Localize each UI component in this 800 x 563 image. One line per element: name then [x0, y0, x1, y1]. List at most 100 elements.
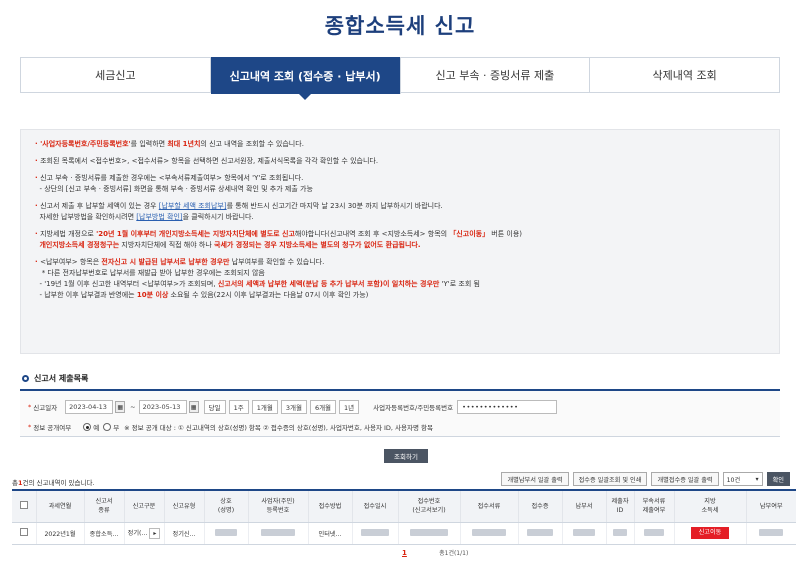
cell-type: 정기(... ▸	[123, 522, 164, 545]
cell-paid-masked	[745, 522, 796, 545]
disclose-yes-label: 예	[93, 424, 100, 432]
table-header: 접수증	[517, 489, 562, 523]
period-1week-button[interactable]: 1주	[228, 400, 249, 414]
period-1month-button[interactable]: 1개월	[251, 400, 278, 414]
confirm-button[interactable]: 확인	[766, 472, 790, 486]
notice-line: · 조회된 목록에서 <접수번호>, <접수서류> 항목을 선택하면 신고서원장…	[35, 157, 379, 165]
cell-payment-slip-masked[interactable]	[561, 522, 606, 545]
masked-value	[472, 529, 506, 537]
cell-period: 2022년1월	[35, 522, 84, 545]
notice-line: · 신고서 제출 후 납부할 세액이 있는 경우 [납부할 세액 조회납부]를 …	[35, 202, 443, 210]
tab-attachment-submit[interactable]: 신고 부속 · 증빙서류 제출	[401, 58, 591, 92]
cell-name-masked	[203, 522, 248, 545]
result-count: 총1건의 신고내역이 있습니다.	[12, 479, 95, 487]
cell-attachment-masked	[633, 522, 674, 545]
receipt-print-button[interactable]: 접수증 일괄조회 및 인쇄	[572, 472, 648, 486]
expand-button[interactable]: ▸	[149, 527, 161, 539]
table-row: 2022년1월 종합소득... 정기(... ▸ 정기신... 인터넷... 신…	[12, 522, 796, 545]
disclose-yes-radio[interactable]	[83, 423, 92, 431]
page-size-select[interactable]: 10건 ▾	[722, 472, 763, 486]
calendar-icon[interactable]: ▦	[188, 401, 199, 413]
pagination: 1 총1건(1/1)	[402, 548, 468, 557]
table-header: 접수일시	[351, 489, 398, 523]
section-title: 신고서 제출목록	[22, 373, 88, 384]
chevron-down-icon: ▾	[755, 475, 759, 483]
masked-value	[527, 529, 553, 537]
table-header: 접수서류	[459, 489, 518, 523]
notice-line: 개인지방소득세 경정청구는 지방자치단체에 직접 해야 하나 국세가 경정되는 …	[39, 241, 421, 249]
row-checkbox[interactable]	[19, 528, 28, 536]
date-label: 신고일자	[33, 404, 58, 412]
masked-value	[261, 529, 295, 537]
pay-tax-link[interactable]: [납부할 세액 조회납부]	[159, 202, 227, 210]
period-3month-button[interactable]: 3개월	[280, 400, 307, 414]
page-info: 총1건(1/1)	[439, 550, 469, 557]
cell-date-masked	[351, 522, 398, 545]
required-icon: *	[28, 423, 32, 431]
masked-value	[410, 529, 448, 537]
notice-box: · '사업자등록번호/주민등록번호'를 입력하면 최대 1년치의 신고 내역을 …	[20, 129, 780, 354]
masked-value	[215, 529, 237, 537]
table-header: 과세연월	[35, 489, 84, 523]
tab-filing-history[interactable]: 신고내역 조회 (접수증 · 납부서)	[210, 57, 401, 100]
cell-id-masked	[247, 522, 308, 545]
notice-line: 자세한 납부방법을 확인하시려면 [납부방법 확인]을 클릭하시기 바랍니다.	[39, 213, 254, 221]
period-today-button[interactable]: 당일	[203, 400, 226, 414]
table-header: 접수방법	[307, 489, 352, 523]
notice-line: · <납부여부> 항목은 전자신고 시 발급된 납부서로 납부한 경우만 납부여…	[35, 258, 325, 266]
id-number-input[interactable]: •••••••••••••	[457, 400, 558, 414]
table-header: 지방 소득세	[673, 489, 746, 523]
date-from-input[interactable]: 2023-04-13	[65, 400, 114, 414]
result-toolbar: 개별납부서 일괄 출력 접수증 일괄조회 및 인쇄 개별접수증 일괄 출력 10…	[497, 472, 790, 486]
period-6month-button[interactable]: 6개월	[309, 400, 337, 414]
table-header: 사업자(주민) 등록번호	[247, 489, 308, 523]
bullet-icon	[22, 375, 29, 382]
cell-method: 인터넷...	[307, 522, 352, 545]
pay-method-link[interactable]: [납부방법 확인]	[136, 213, 182, 221]
table-header: 상호 (성명)	[203, 489, 248, 523]
notice-line: - 납부한 이후 납부결과 반영에는 10분 이상 소요될 수 있음(22시 이…	[39, 291, 369, 299]
notice-line: · 지방세법 개정으로 '20년 1월 이후부터 개인지방소득세는 지방자치단체…	[35, 230, 523, 238]
select-all-header	[12, 489, 36, 523]
cell-receipt-no-masked[interactable]	[397, 522, 460, 545]
disclose-no-radio[interactable]	[103, 423, 112, 431]
cell-kind: 종합소득...	[83, 522, 124, 545]
table-header: 제출자 ID	[605, 489, 634, 523]
notice-line: * 다른 전자납부번호로 납부서를 재발급 받아 납부한 경우에는 조회되지 않…	[41, 269, 265, 277]
table-header: 신고서 종류	[83, 489, 124, 523]
query-button[interactable]: 조회하기	[384, 449, 428, 463]
tab-tax-filing[interactable]: 세금신고	[21, 58, 211, 92]
date-to-input[interactable]: 2023-05-13	[138, 400, 187, 414]
calendar-icon[interactable]: ▦	[115, 401, 126, 413]
table-header: 납부여부	[745, 489, 796, 523]
tab-deleted-history[interactable]: 삭제내역 조회	[590, 58, 779, 92]
cell-documents-masked[interactable]	[459, 522, 518, 545]
notice-line: - '19년 1월 이후 신고한 내역부터 <납부여부>가 조회되며, 신고서의…	[39, 280, 480, 288]
table-header: 납부서	[561, 489, 606, 523]
notice-line: - 상단의 [신고 부속 · 증빙서류] 화면을 통해 부속 · 증빙서류 상세…	[39, 185, 313, 193]
required-icon: *	[28, 403, 32, 411]
period-1year-button[interactable]: 1년	[339, 400, 360, 414]
id-label: 사업자등록번호/주민등록번호	[373, 404, 454, 412]
cell-local-tax: 신고이동	[673, 522, 746, 545]
table-header: 접수번호 (신고서보기)	[397, 489, 460, 523]
page-1-link[interactable]: 1	[402, 549, 407, 557]
cell-receipt-masked[interactable]	[517, 522, 562, 545]
masked-value	[644, 529, 664, 537]
table-header: 신고구분	[123, 489, 164, 523]
disclose-no-label: 부	[113, 424, 120, 432]
select-all-checkbox[interactable]	[19, 500, 28, 509]
notice-line: · '사업자등록번호/주민등록번호'를 입력하면 최대 1년치의 신고 내역을 …	[35, 140, 304, 148]
tab-bar: 세금신고 신고내역 조회 (접수증 · 납부서) 신고 부속 · 증빙서류 제출…	[20, 57, 780, 100]
cell-category: 정기신...	[163, 522, 204, 545]
disclose-note: ※ 정보 공개 대상 : ① 신고내역의 상호(성명) 항목 ② 접수증의 상호…	[124, 424, 434, 432]
disclose-label: 정보 공개여부	[33, 424, 72, 432]
masked-value	[573, 529, 595, 537]
bulk-pay-print-button[interactable]: 개별납부서 일괄 출력	[501, 472, 569, 486]
masked-value	[613, 529, 627, 537]
table-header: 부속서류 제출여부	[633, 489, 674, 523]
move-filing-button[interactable]: 신고이동	[690, 527, 730, 539]
search-panel: * 신고일자 2023-04-13 ▦ ~ 2023-05-13 ▦ 당일 1주…	[20, 389, 780, 437]
individual-receipt-button[interactable]: 개별접수증 일괄 출력	[651, 472, 719, 486]
notice-line: · 신고 부속 · 증빙서류를 제출한 경우에는 <부속서류제출여부> 항목에서…	[35, 174, 304, 182]
